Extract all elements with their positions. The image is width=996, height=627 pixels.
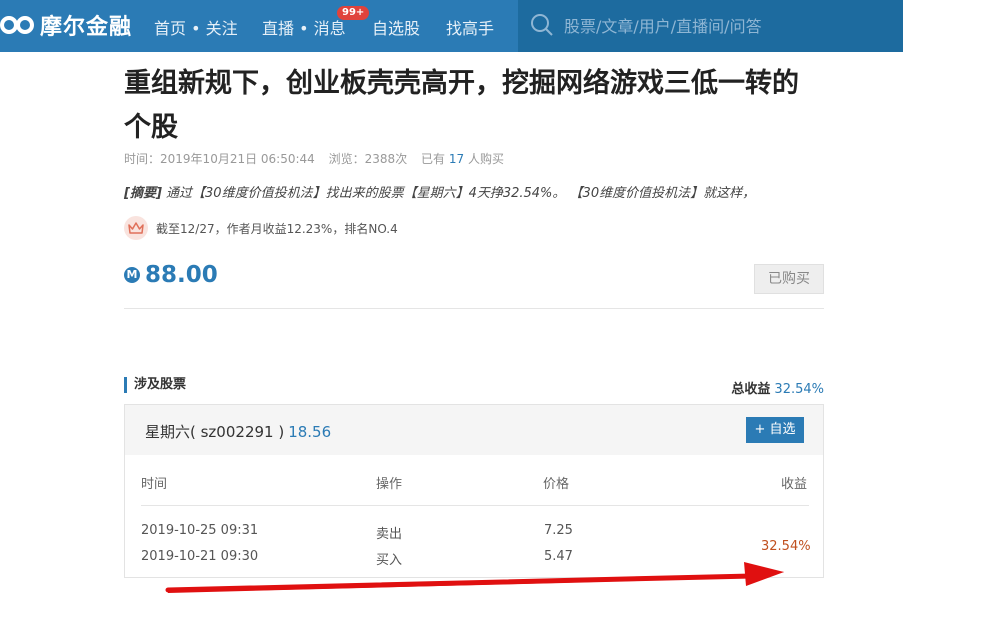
red-arrow-annotation [165, 562, 784, 593]
